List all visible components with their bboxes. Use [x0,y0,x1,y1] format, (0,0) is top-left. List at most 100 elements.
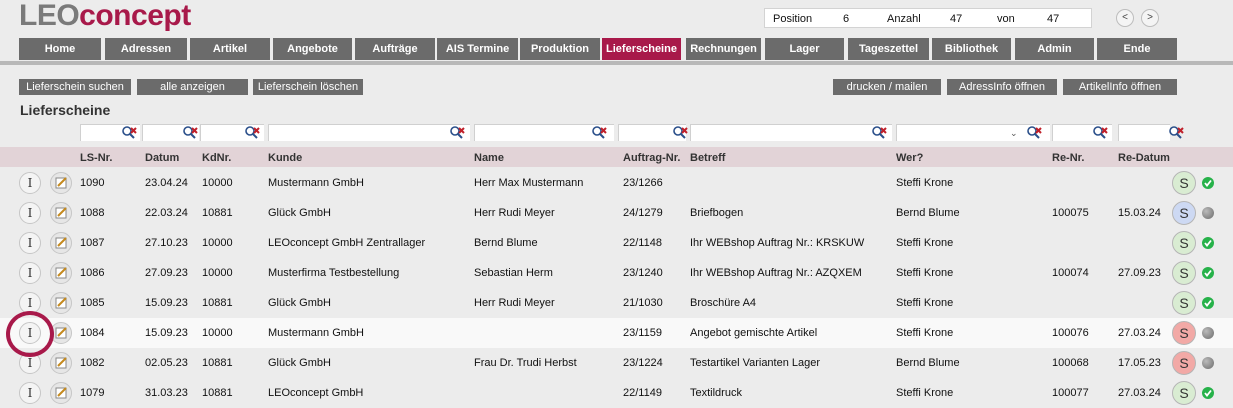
edit-icon[interactable] [50,202,72,224]
cell-auftrag: 24/1279 [623,207,663,219]
cell-kunde: Mustermann GmbH [268,327,364,339]
chevron-down-icon[interactable]: ⌄ [1010,125,1026,141]
tab-ende[interactable]: Ende [1097,38,1177,60]
column-header-auftrag[interactable]: Auftrag-Nr. [623,152,680,164]
status-badge[interactable]: S [1172,321,1196,345]
previous-record-button[interactable]: < [1116,9,1134,27]
column-header-betreff[interactable]: Betreff [690,152,725,164]
table-row[interactable]: I 1086 27.09.23 10000 Musterfirma Testbestel… [0,258,1233,288]
count-value: 47 [950,13,963,25]
cell-ls: 1079 [80,387,105,399]
column-header-renr[interactable]: Re-Nr. [1052,152,1084,164]
cell-auftrag: 22/1148 [623,237,662,249]
tab-lager[interactable]: Lager [765,38,844,60]
check-icon [1202,177,1214,189]
tab-angebote[interactable]: Angebote [273,38,352,60]
cell-kd: 10000 [202,237,233,249]
cell-auftrag: 23/1159 [623,327,662,339]
cell-renr: 100076 [1052,327,1089,339]
info-button[interactable]: I [19,172,41,194]
table-row[interactable]: I 1088 22.03.24 10881 Glück GmbH Herr Rudi Me… [0,198,1233,228]
table-row[interactable]: I 1090 23.04.24 10000 Mustermann GmbH Herr Ma… [0,168,1233,198]
cell-renr: 100077 [1052,387,1089,399]
search-icon[interactable] [1026,125,1042,141]
status-badge[interactable]: S [1172,231,1196,255]
column-header-name[interactable]: Name [474,152,504,164]
tab-artikel[interactable]: Artikel [190,38,270,60]
search-icon[interactable] [1092,125,1108,141]
info-button[interactable]: I [19,232,41,254]
cell-kd: 10881 [202,357,233,369]
open-address-info-button[interactable]: AdressInfo öffnen [947,79,1057,95]
cell-kunde: Glück GmbH [268,297,331,309]
column-header-datum[interactable]: Datum [145,152,179,164]
open-article-info-button[interactable]: ArtikelInfo öffnen [1063,79,1177,95]
show-all-button[interactable]: alle anzeigen [137,79,248,95]
search-icon[interactable] [182,125,198,141]
table-row[interactable]: I 1087 27.10.23 10000 LEOconcept GmbH Zentra… [0,228,1233,258]
table-row[interactable]: I 1085 15.09.23 10881 Glück GmbH Herr Rudi Me… [0,288,1233,318]
column-header-wer[interactable]: Wer? [896,152,923,164]
tab-home[interactable]: Home [19,38,101,60]
edit-icon[interactable] [50,352,72,374]
tab-admin[interactable]: Admin [1015,38,1094,60]
column-header-ls[interactable]: LS-Nr. [80,152,112,164]
print-mail-button[interactable]: drucken / mailen [833,79,941,95]
cell-wer: Steffi Krone [896,297,954,309]
edit-icon[interactable] [50,172,72,194]
delete-delivery-note-button[interactable]: Lieferschein löschen [253,79,363,95]
filter-redatum-input[interactable] [1118,124,1170,141]
status-badge[interactable]: S [1172,351,1196,375]
cell-datum: 31.03.23 [145,387,188,399]
search-icon[interactable] [591,125,607,141]
status-badge[interactable]: S [1172,291,1196,315]
column-header-redatum[interactable]: Re-Datum [1118,152,1170,164]
search-icon[interactable] [871,125,887,141]
cell-renr: 100075 [1052,207,1089,219]
cell-datum: 02.05.23 [145,357,188,369]
filter-betreff-input[interactable] [690,124,892,141]
next-record-button[interactable]: > [1141,9,1159,27]
edit-icon[interactable] [50,382,72,404]
search-icon[interactable] [1168,125,1184,141]
search-delivery-note-button[interactable]: Lieferschein suchen [19,79,131,95]
cell-ls: 1084 [80,327,105,339]
cell-kunde: Glück GmbH [268,207,331,219]
cell-renr: 100068 [1052,357,1089,369]
tab-bibliothek[interactable]: Bibliothek [932,38,1011,60]
cell-redatum: 15.03.24 [1118,207,1161,219]
record-position-box: Position 6 Anzahl 47 von 47 [764,8,1092,28]
column-header-kunde[interactable]: Kunde [268,152,302,164]
cell-wer: Steffi Krone [896,237,954,249]
column-header-kd[interactable]: KdNr. [202,152,231,164]
cell-betreff: Briefbogen [690,207,744,219]
tab-tageszettel[interactable]: Tageszettel [848,38,929,60]
tab-lieferscheine[interactable]: Lieferscheine [602,38,681,60]
cell-ls: 1088 [80,207,105,219]
tab-produktion[interactable]: Produktion [520,38,600,60]
search-icon[interactable] [121,125,137,141]
cell-name: Sebastian Herm [474,267,553,279]
tab-ais-termine[interactable]: AIS Termine [437,38,518,60]
info-button[interactable]: I [19,382,41,404]
table-row[interactable]: I 1082 02.05.23 10881 Glück GmbH Frau Dr. Tru… [0,348,1233,378]
edit-icon[interactable] [50,232,72,254]
table-row[interactable]: I 1084 15.09.23 10000 Mustermann GmbH 23/1159… [0,318,1233,348]
status-badge[interactable]: S [1172,201,1196,225]
edit-icon[interactable] [50,262,72,284]
info-button[interactable]: I [19,262,41,284]
table-row[interactable]: I 1079 31.03.23 10881 LEOconcept GmbH 22/1149… [0,378,1233,408]
info-button[interactable]: I [19,202,41,224]
search-icon[interactable] [244,125,260,141]
edit-icon[interactable] [50,292,72,314]
filter-kunde-input[interactable] [268,124,470,141]
tab-adressen[interactable]: Adressen [105,38,187,60]
status-badge[interactable]: S [1172,381,1196,405]
status-badge[interactable]: S [1172,171,1196,195]
search-icon[interactable] [449,125,465,141]
tab-auftr-ge[interactable]: Aufträge [355,38,435,60]
tab-rechnungen[interactable]: Rechnungen [686,38,761,60]
search-icon[interactable] [672,125,688,141]
position-label: Position [773,13,813,25]
status-badge[interactable]: S [1172,261,1196,285]
